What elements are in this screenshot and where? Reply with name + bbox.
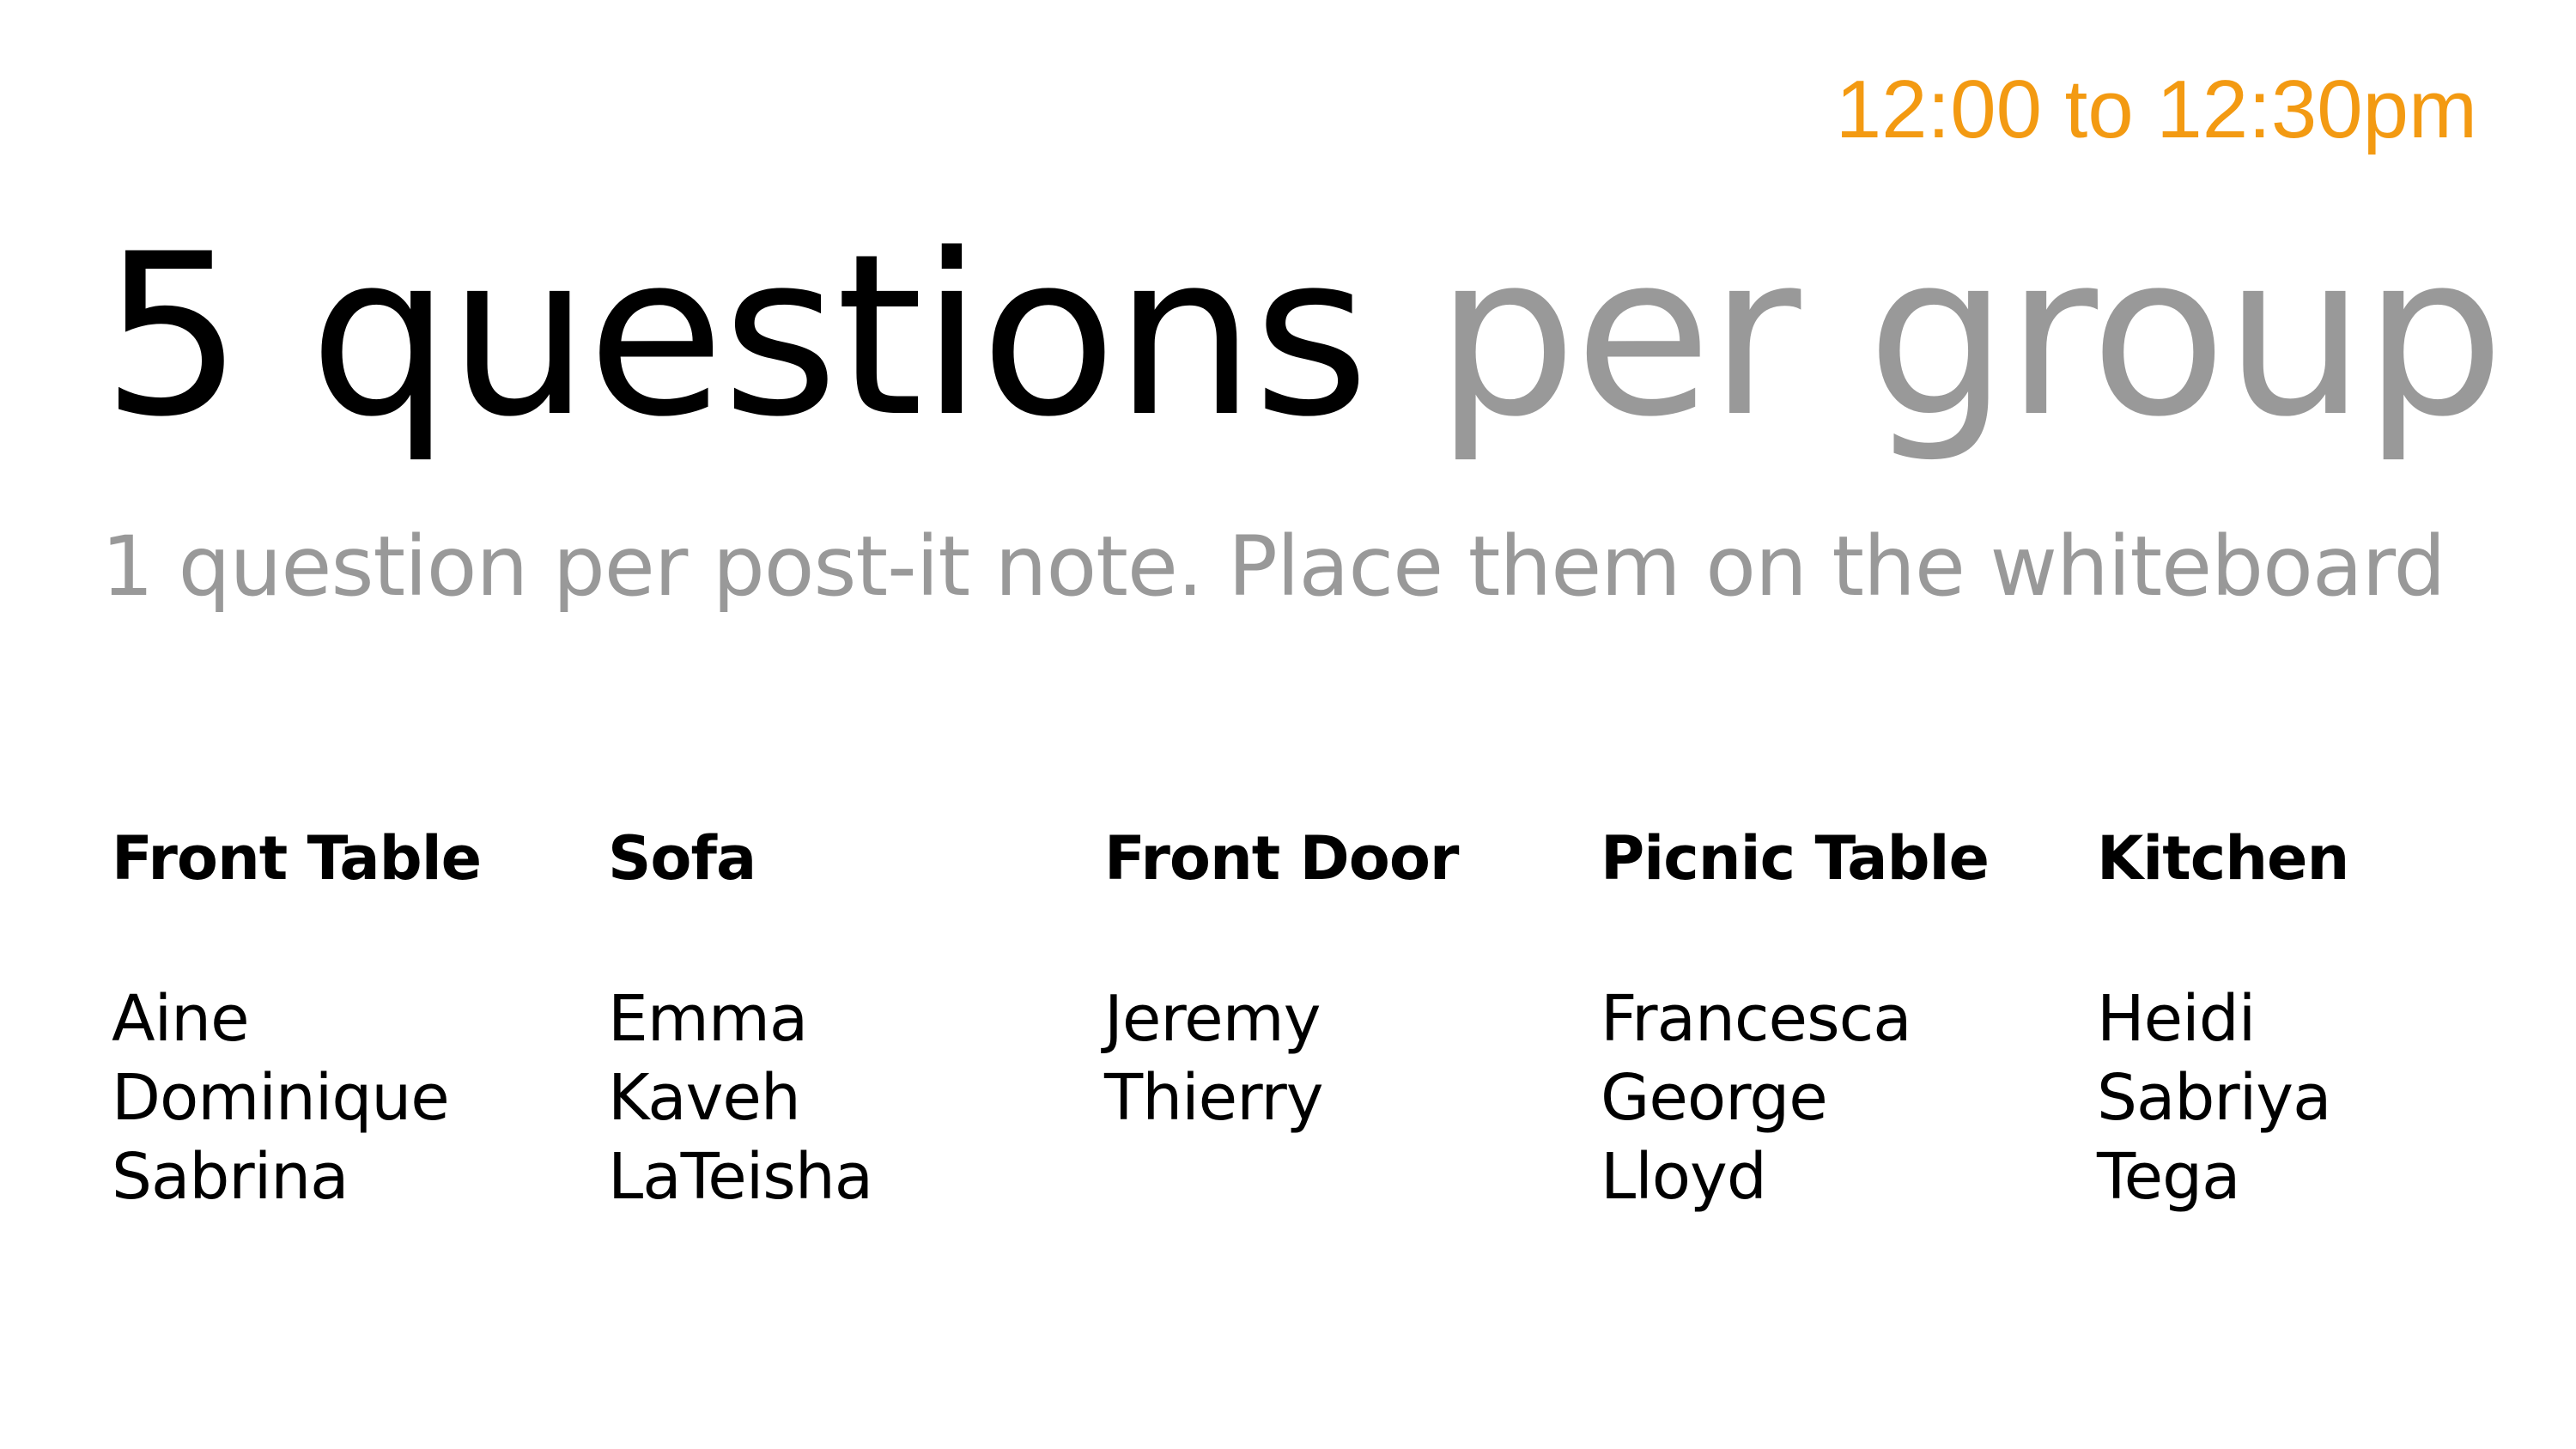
slide-title: 5 questions per group (101, 225, 2505, 448)
group-title: Sofa (608, 823, 756, 894)
group-member: Sabrina (112, 1140, 349, 1214)
group-front-door: Front Door Jeremy Thierry (1104, 828, 1585, 1137)
slide-subtitle: 1 question per post-it note. Place them … (101, 518, 2445, 615)
group-sofa: Sofa Emma Kaveh LaTeisha (608, 828, 1089, 1216)
group-member: Aine (112, 982, 250, 1056)
group-title: Picnic Table (1601, 823, 1990, 894)
group-title: Front Table (112, 823, 482, 894)
group-member: LaTeisha (608, 1140, 873, 1214)
group-picnic-table: Picnic Table Francesca George Lloyd (1601, 828, 2081, 1216)
group-member: Jeremy (1104, 982, 1321, 1056)
group-member: Emma (608, 982, 808, 1056)
group-kitchen: Kitchen Heidi Sabriya Tega (2097, 828, 2576, 1216)
title-strong: 5 questions (101, 207, 1370, 466)
group-member: Francesca (1601, 982, 1912, 1056)
group-title: Front Door (1104, 823, 1459, 894)
group-member: George (1601, 1061, 1828, 1135)
group-member: Thierry (1104, 1061, 1324, 1135)
group-member: Tega (2097, 1140, 2240, 1214)
group-member: Lloyd (1601, 1140, 1767, 1214)
group-member: Kaveh (608, 1061, 801, 1135)
time-range: 12:00 to 12:30pm (1835, 64, 2477, 155)
group-member: Dominique (112, 1061, 450, 1135)
group-title: Kitchen (2097, 823, 2349, 894)
group-front-table: Front Table Aine Dominique Sabrina (112, 828, 592, 1216)
title-soft: per group (1435, 207, 2505, 466)
group-member: Heidi (2097, 982, 2256, 1056)
group-member: Sabriya (2097, 1061, 2331, 1135)
